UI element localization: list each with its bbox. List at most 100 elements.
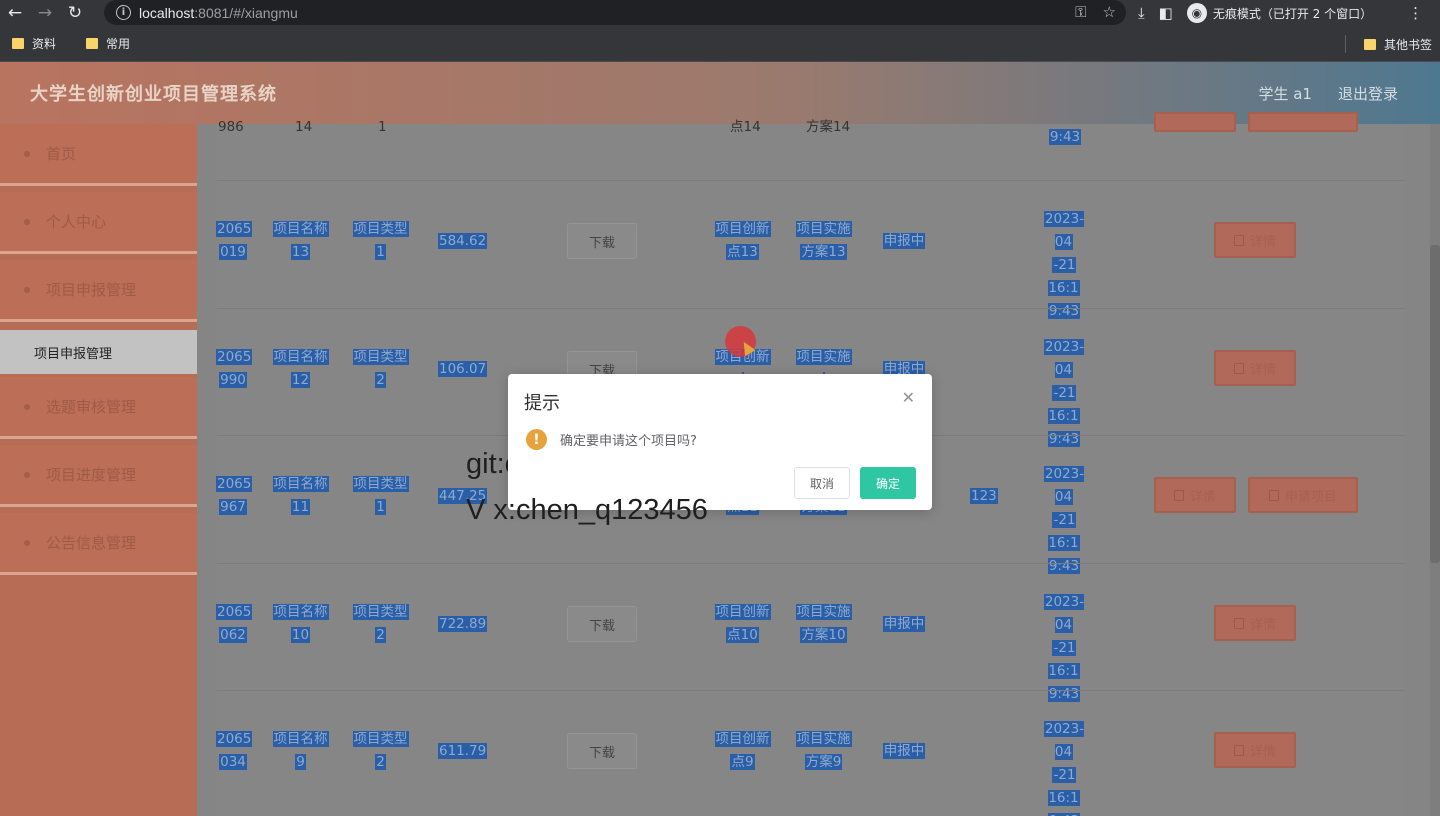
detail-button[interactable]: 详情 [1214,222,1296,258]
partial-row-cell: 986 [218,119,244,135]
cancel-button[interactable]: 取消 [794,467,850,499]
sidebar-item-progress[interactable]: 项目进度管理 [0,445,197,507]
sidebar-item-topic-review[interactable]: 选题审核管理 [0,377,197,439]
name-cell-text: 项目名称 [272,349,329,365]
type-cell-text: 2 [375,627,386,643]
innovation-cell-text: 点9 [730,754,755,770]
partial-row-cell: 方案14 [806,119,851,135]
name-cell-text: 项目名称 [272,221,329,237]
time-cell-text: -21 16:1 [1048,257,1080,296]
plan-cell-text: 方案13 [800,244,847,260]
name-cell: 项目名称 9 [272,728,329,774]
plan-cell: 项目实施 方案13 [795,218,852,264]
type-cell-text: 1 [375,499,386,515]
time-cell: 2023-04 -21 16:1 9:43 [1036,463,1092,578]
apply-project-button[interactable]: 申请项目 [1248,477,1358,513]
time-cell-text: -21 16:1 [1048,512,1080,551]
detail-button[interactable]: 详情 [1214,350,1296,386]
plan-cell-text: 项目实施 [795,604,852,620]
incognito-icon: ◉ [1186,3,1207,23]
status-cell: 申报中 [882,740,926,763]
document-icon [1233,234,1244,246]
star-icon[interactable]: ☆ [1103,3,1116,21]
partial-row-button[interactable] [1248,112,1358,132]
id-cell-text: 967 [219,499,247,515]
bookmark-ziliao[interactable]: 资料 [12,35,56,52]
type-cell-text: 1 [375,244,386,260]
kebab-menu-icon[interactable]: ⋮ [1408,4,1423,22]
download-button[interactable]: 下载 [567,606,637,642]
sidebar-item-home[interactable]: 首页 [0,124,197,186]
document-icon [1173,489,1184,501]
sidebar-item-notice[interactable]: 公告信息管理 [0,513,197,575]
menu-icon [24,403,30,410]
time-cell-text: 2023-04 [1043,721,1085,760]
confirm-button[interactable]: 确定 [860,467,916,499]
partial-row-button[interactable] [1154,112,1236,132]
amount-cell-text: 584.62 [438,233,488,249]
forward-arrow-icon[interactable]: → [30,0,60,26]
bookmark-changyong[interactable]: 常用 [86,35,130,52]
document-icon [1233,362,1244,374]
row-divider [217,180,1405,181]
incognito-indicator[interactable]: ◉ 无痕模式（已打开 2 个窗口） [1186,3,1373,23]
download-button[interactable]: 下载 [567,223,637,259]
download-button[interactable]: 下载 [567,733,637,769]
detail-label: 详情 [1249,362,1276,378]
id-cell-text: 034 [219,754,247,770]
name-cell: 项目名称 11 [272,473,329,519]
sidebar: 首页 个人中心 项目申报管理 项目申报管理 选题审核管理 项目进度管理 公告信息… [0,124,197,816]
address-bar[interactable]: i localhost:8081/#/xiangmu ⚿ ☆ [104,0,1126,25]
innovation-cell: 项目创新 点13 [714,218,771,264]
menu-icon [24,150,30,157]
name-cell-text: 13 [290,244,311,260]
amount-cell: 722.89 [438,613,488,636]
time-cell-text: 9:43 [1047,686,1081,702]
back-arrow-icon[interactable]: ← [0,0,30,26]
id-cell-text: 2065 [216,349,253,365]
sidebar-subitem-project-apply[interactable]: 项目申报管理 [0,330,197,374]
folder-icon [86,38,99,49]
logout-link[interactable]: 退出登录 [1338,83,1398,104]
detail-button[interactable]: 详情 [1214,605,1296,641]
other-bookmarks[interactable]: 其他书签 [1344,26,1432,62]
menu-icon [24,471,30,478]
plan-cell-text: 项目实施 [795,731,852,747]
row-divider [217,563,1405,564]
status-cell-text: 申报中 [882,616,926,632]
sidebar-item-project-apply[interactable]: 项目申报管理 [0,260,197,322]
close-icon[interactable]: ✕ [902,388,915,407]
reload-icon[interactable]: ↻ [60,0,90,26]
detail-button[interactable]: 详情 [1214,732,1296,768]
detail-button[interactable]: 详情 [1154,477,1236,513]
sidepanel-icon[interactable]: ◧ [1159,4,1173,22]
site-info-icon[interactable]: i [116,5,131,20]
plan-cell-text: 项目实施 [795,349,852,365]
type-cell: 项目类型 2 [352,601,409,647]
time-cell-text: 2023-04 [1043,466,1085,505]
incognito-label: 无痕模式（已打开 2 个窗口） [1212,6,1373,21]
innovation-cell-text: 点13 [726,244,759,260]
amount-cell-text: 722.89 [438,616,488,632]
remark-cell: 123 [970,485,998,508]
download-icon[interactable]: ⤓ [1138,4,1145,22]
time-text: 9:43 [1048,129,1082,145]
type-cell: 项目类型 1 [352,218,409,264]
amount-cell: 584.62 [438,230,488,253]
id-cell-text: 2065 [216,604,253,620]
name-cell: 项目名称 13 [272,218,329,264]
partial-row-cell: 点14 [730,119,761,135]
time-cell-text: 2023-04 [1043,211,1085,250]
innovation-cell: 项目创新 点9 [714,728,771,774]
innovation-cell: 项目创新 点10 [714,601,771,647]
menu-icon [24,218,30,225]
id-cell-text: 990 [219,372,247,388]
scrollbar-thumb[interactable] [1430,245,1440,563]
dialog-message: 确定要申请这个项目吗? [560,434,697,449]
app-title: 大学生创新创业项目管理系统 [30,84,277,105]
user-label: 学生 a1 [1258,84,1312,103]
key-icon[interactable]: ⚿ [1075,3,1086,21]
sidebar-item-profile[interactable]: 个人中心 [0,192,197,254]
detail-label: 详情 [1249,744,1276,760]
dialog-title: 提示 [524,393,560,414]
